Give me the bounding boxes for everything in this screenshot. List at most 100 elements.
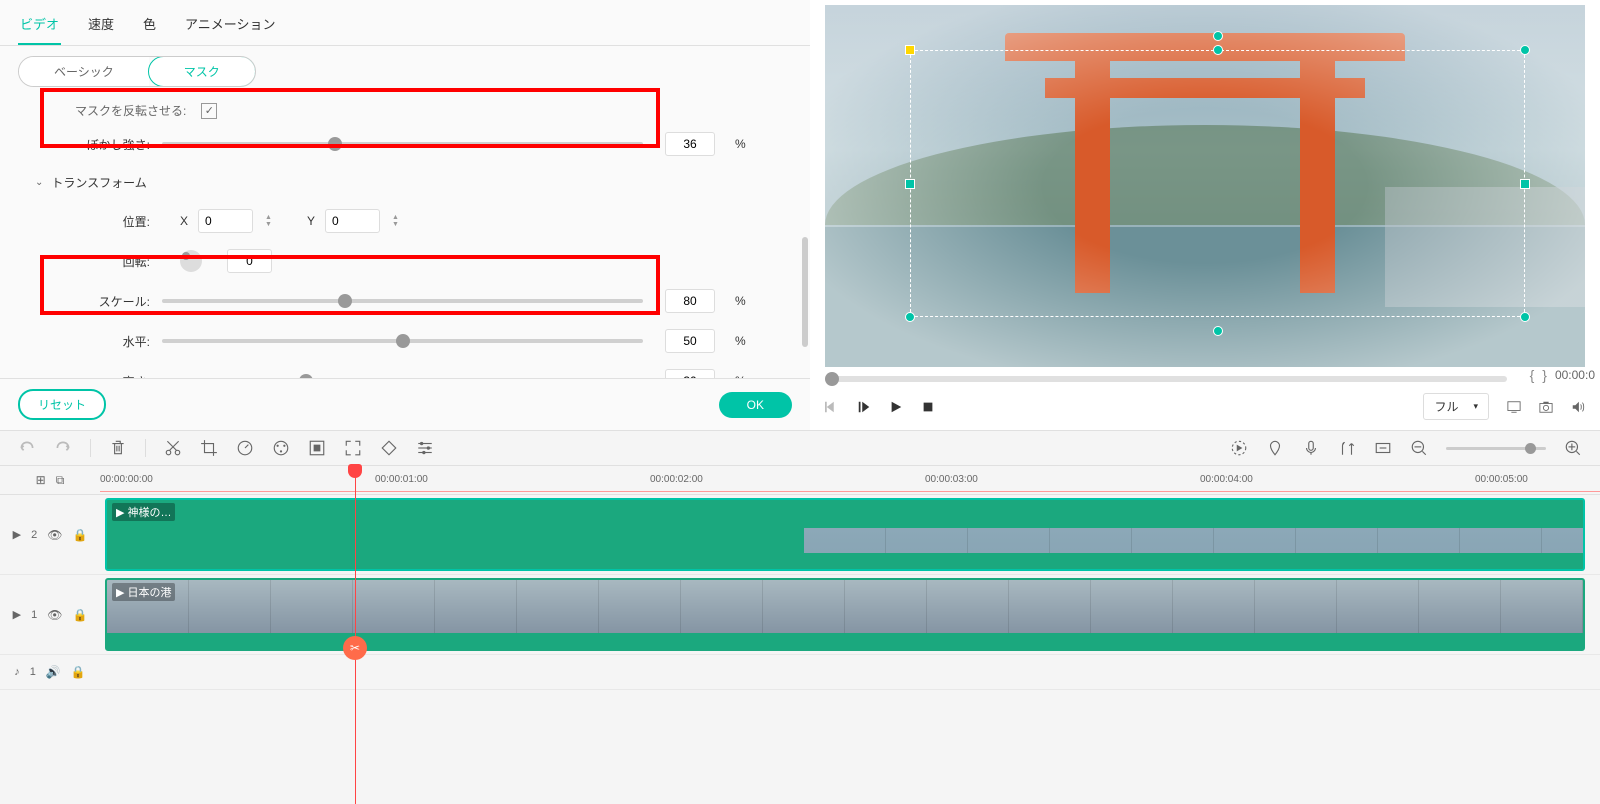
scale-unit: % xyxy=(735,294,755,308)
track-2-lock[interactable]: 🔒 xyxy=(72,528,87,542)
stop-icon[interactable] xyxy=(921,400,935,414)
video-track-icon: ▶ xyxy=(13,608,21,621)
keyframe-icon[interactable] xyxy=(380,439,398,457)
time-ruler[interactable]: 00:00:00:00 00:00:01:00 00:00:02:00 00:0… xyxy=(100,466,1600,494)
cut-icon[interactable] xyxy=(164,439,182,457)
props-scrollbar[interactable] xyxy=(802,237,808,347)
marker-out-icon[interactable]: } xyxy=(1542,367,1547,383)
volume-icon[interactable] xyxy=(1571,400,1585,414)
handle-mr[interactable] xyxy=(1520,179,1530,189)
tab-video[interactable]: ビデオ xyxy=(18,8,61,45)
clip-torii[interactable]: ▶神様の… xyxy=(105,498,1585,571)
play-icon[interactable] xyxy=(889,400,903,414)
main-tabs: ビデオ 速度 色 アニメーション xyxy=(0,0,810,46)
handle-bl[interactable] xyxy=(905,312,915,322)
handle-bm[interactable] xyxy=(1213,326,1223,336)
marker-in-icon[interactable]: { xyxy=(1530,367,1535,383)
redo-icon[interactable] xyxy=(54,439,72,457)
audio-mute[interactable]: 🔊 xyxy=(46,665,61,679)
rotate-label: 回転: xyxy=(55,253,150,270)
height-unit: % xyxy=(735,374,755,378)
greenscreen-icon[interactable] xyxy=(308,439,326,457)
playhead[interactable]: ✂ xyxy=(355,466,356,804)
blur-value-input[interactable] xyxy=(665,132,715,156)
marker-icon[interactable] xyxy=(1266,439,1284,457)
tab-color[interactable]: 色 xyxy=(141,8,158,45)
preview-canvas[interactable] xyxy=(825,5,1585,367)
selection-box[interactable] xyxy=(910,50,1525,317)
audio-lock[interactable]: 🔒 xyxy=(71,665,86,679)
zoom-in-icon[interactable] xyxy=(1564,439,1582,457)
track-1-lock[interactable]: 🔒 xyxy=(72,608,87,622)
track-1-header: ▶ 1 👁 🔒 xyxy=(0,575,100,654)
preview-panel: { } 00:00:0 フル▾ xyxy=(810,0,1600,430)
scale-value-input[interactable] xyxy=(665,289,715,313)
fullscreen-icon[interactable] xyxy=(344,439,362,457)
horiz-slider[interactable] xyxy=(162,339,643,343)
undo-icon[interactable] xyxy=(18,439,36,457)
rotate-input[interactable] xyxy=(227,249,272,273)
scale-slider[interactable] xyxy=(162,299,643,303)
settings-icon[interactable] xyxy=(416,439,434,457)
step-back-icon[interactable] xyxy=(857,400,871,414)
view-mode-dropdown[interactable]: フル▾ xyxy=(1423,393,1489,420)
delete-icon[interactable] xyxy=(109,439,127,457)
handle-br[interactable] xyxy=(1520,312,1530,322)
audio-track-header: ♪ 1 🔊 🔒 xyxy=(0,655,100,689)
clip-harbor[interactable]: ▶日本の港 xyxy=(105,578,1585,651)
progress-thumb[interactable] xyxy=(825,372,839,386)
timeline-options-icon[interactable]: ⊞ xyxy=(36,473,46,487)
horiz-value-input[interactable] xyxy=(665,329,715,353)
pos-x-input[interactable] xyxy=(198,209,253,233)
tab-animation[interactable]: アニメーション xyxy=(183,8,277,45)
horiz-label: 水平: xyxy=(55,333,150,350)
handle-tm[interactable] xyxy=(1213,45,1223,55)
ok-button[interactable]: OK xyxy=(719,392,792,418)
track-2-visibility[interactable]: 👁 xyxy=(47,528,62,542)
track-2-header: ▶ 2 👁 🔒 xyxy=(0,495,100,574)
audio-track-content[interactable] xyxy=(100,655,1600,689)
zoom-out-icon[interactable] xyxy=(1410,439,1428,457)
blur-slider[interactable] xyxy=(162,142,643,146)
pos-y-label: Y xyxy=(307,214,315,228)
horiz-unit: % xyxy=(735,334,755,348)
prev-frame-icon[interactable] xyxy=(825,400,839,414)
timeline-toolbar xyxy=(0,430,1600,465)
handle-rotate[interactable] xyxy=(1213,31,1223,41)
subtab-basic[interactable]: ベーシック xyxy=(19,57,149,86)
audio-mixer-icon[interactable] xyxy=(1338,439,1356,457)
blur-unit: % xyxy=(735,137,755,151)
pos-y-spinner[interactable]: ▲▼ xyxy=(392,214,404,228)
record-icon[interactable] xyxy=(1302,439,1320,457)
fit-icon[interactable] xyxy=(1374,439,1392,457)
height-value-input[interactable] xyxy=(665,369,715,378)
blur-label: ぼかし強さ: xyxy=(55,136,150,153)
speed-icon[interactable] xyxy=(236,439,254,457)
position-label: 位置: xyxy=(55,213,150,230)
track-1-visibility[interactable]: 👁 xyxy=(47,608,62,622)
handle-tl[interactable] xyxy=(905,45,915,55)
render-icon[interactable] xyxy=(1230,439,1248,457)
tab-speed[interactable]: 速度 xyxy=(86,8,116,45)
height-label: 高さ: xyxy=(55,373,150,379)
crop-icon[interactable] xyxy=(200,439,218,457)
link-icon[interactable]: ⧉ xyxy=(56,473,65,488)
pos-x-spinner[interactable]: ▲▼ xyxy=(265,214,277,228)
properties-panel: ビデオ 速度 色 アニメーション ベーシック マスク マスクを反転させる: ✓ … xyxy=(0,0,810,430)
snapshot-icon[interactable] xyxy=(1539,400,1553,414)
reset-button[interactable]: リセット xyxy=(18,389,106,420)
color-icon[interactable] xyxy=(272,439,290,457)
invert-mask-checkbox[interactable]: ✓ xyxy=(201,103,217,119)
properties-scroll[interactable]: マスクを反転させる: ✓ ぼかし強さ: % ⌄ トランスフォーム 位置: X ▲… xyxy=(0,97,810,378)
zoom-slider[interactable] xyxy=(1446,447,1546,450)
handle-tr[interactable] xyxy=(1520,45,1530,55)
pos-y-input[interactable] xyxy=(325,209,380,233)
transform-section-label: トランスフォーム xyxy=(51,174,146,191)
rotate-knob[interactable] xyxy=(180,250,202,272)
scissors-icon[interactable]: ✂ xyxy=(343,636,367,660)
chevron-down-icon[interactable]: ⌄ xyxy=(35,177,43,188)
preview-progress[interactable] xyxy=(825,376,1507,382)
subtab-mask[interactable]: マスク xyxy=(148,56,256,87)
display-icon[interactable] xyxy=(1507,400,1521,414)
handle-ml[interactable] xyxy=(905,179,915,189)
